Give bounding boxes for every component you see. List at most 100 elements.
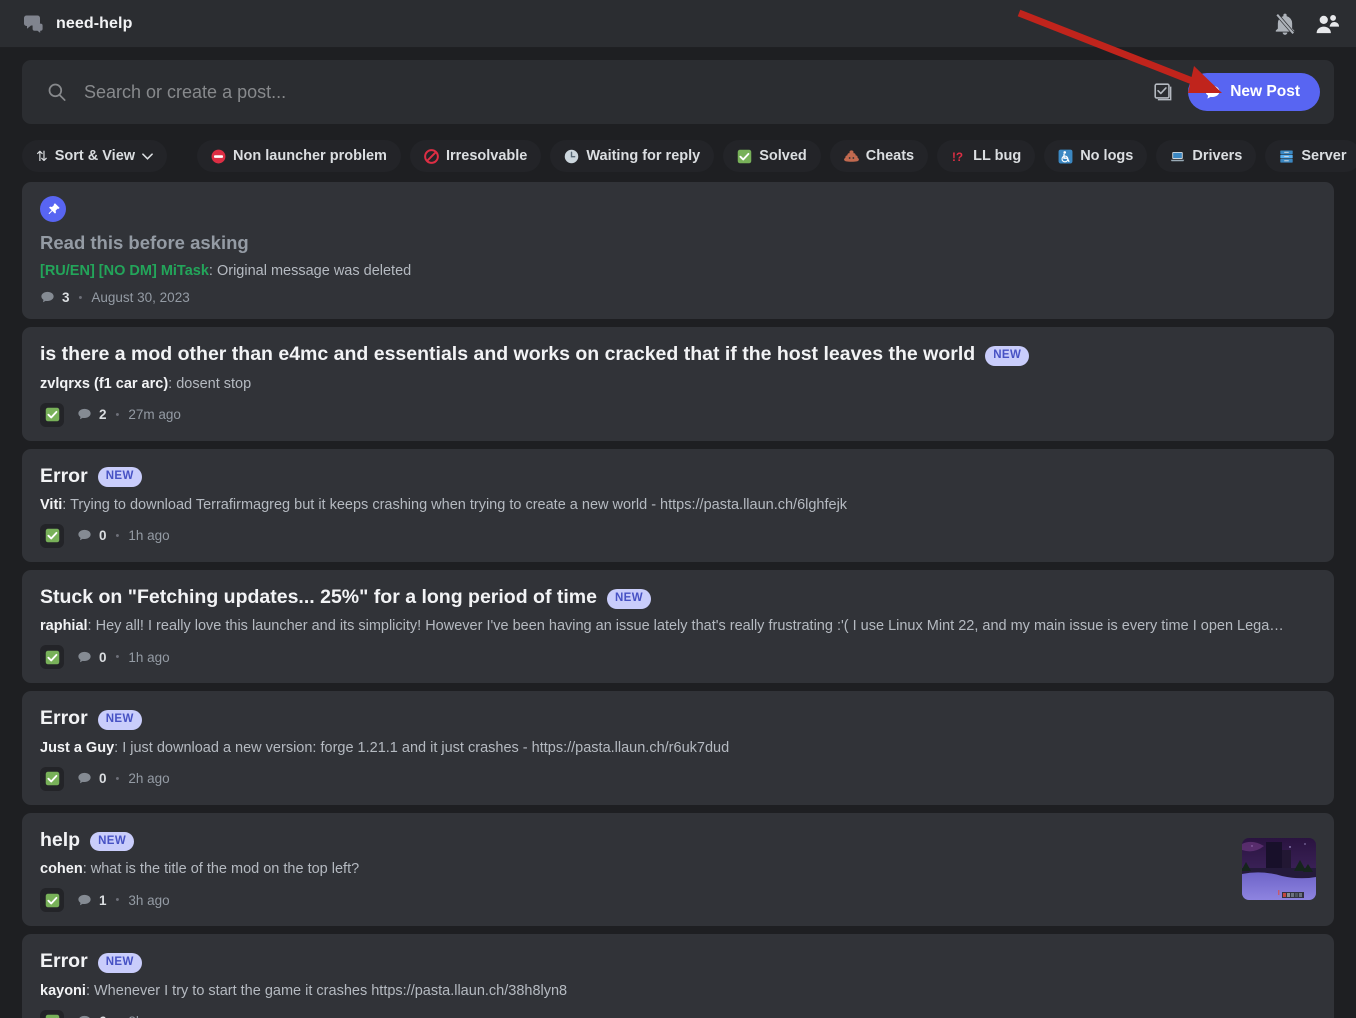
sort-and-view-button[interactable]: ⇅ Sort & View [22, 140, 168, 172]
pin-icon [40, 196, 66, 222]
filter-tag-label: No logs [1080, 148, 1134, 164]
filter-tag-label: Irresolvable [445, 148, 528, 164]
post-title-text: help [40, 828, 81, 851]
filter-tag-non-launcher-problem[interactable]: Non launcher problem [197, 140, 401, 172]
post-card[interactable]: is there a mod other than e4mc and essen… [22, 327, 1334, 441]
svg-text:!?: !? [952, 150, 963, 163]
post-tag-solved [40, 1009, 64, 1018]
post-meta: 3 • August 30, 2023 [40, 290, 1316, 305]
filter-tag-solved[interactable]: Solved [723, 140, 821, 172]
new-post-button[interactable]: New Post [1188, 73, 1320, 111]
filter-tag-label: Waiting for reply [586, 148, 701, 164]
post-tag-solved [40, 523, 64, 548]
no-entry-icon [211, 149, 226, 164]
post-author-colon: : [62, 496, 71, 513]
new-badge: NEW [97, 952, 142, 973]
members-icon[interactable] [1314, 11, 1340, 37]
interrobang-icon: !? [951, 149, 966, 164]
post-author: Viti [40, 496, 63, 513]
post-author: [RU/EN] [NO DM] MiTask [40, 263, 209, 280]
post-meta: 1 • 3h ago [40, 888, 1316, 913]
bell-muted-icon[interactable] [1272, 11, 1298, 37]
post-card[interactable]: Error NEW Just a Guy: I just download a … [22, 691, 1334, 805]
filter-tag-label: LL bug [973, 148, 1022, 164]
search-bar[interactable]: New Post [22, 60, 1334, 124]
check-mark-icon [45, 893, 59, 907]
check-mark-icon [737, 149, 752, 164]
post-author: Just a Guy [40, 739, 115, 756]
post-meta: 0 • 1h ago [40, 645, 1316, 670]
post-author: cohen [40, 861, 83, 878]
comment-count: 0 [99, 649, 107, 665]
post-title-text: Error [40, 950, 88, 973]
post-meta: 6 • 8h ago [40, 1009, 1316, 1018]
post-timestamp: 8h ago [128, 1014, 169, 1018]
search-icon [46, 81, 68, 103]
file-cabinet-icon [1279, 149, 1294, 164]
post-preview: Viti: Trying to download Terrafirmagreg … [40, 497, 1285, 513]
post-preview: Just a Guy: I just download a new versio… [40, 740, 1285, 756]
new-badge: NEW [985, 345, 1030, 366]
post-title-text: Stuck on "Fetching updates... 25%" for a… [40, 585, 597, 608]
post-author-colon: : [85, 982, 94, 999]
post-title: Error NEW [40, 465, 1316, 488]
filter-tag-no-logs[interactable]: No logs [1044, 140, 1148, 172]
check-mark-icon [45, 772, 59, 786]
channel-header: need-help [0, 0, 1356, 48]
filter-tag-server[interactable]: Server [1265, 140, 1356, 172]
channel-name: need-help [56, 14, 133, 32]
filter-tag-irresolvable[interactable]: Irresolvable [409, 140, 542, 172]
post-preview: kayoni: Whenever I try to start the game… [40, 983, 1285, 999]
check-mark-icon [45, 650, 59, 665]
post-card[interactable]: Stuck on "Fetching updates... 25%" for a… [22, 569, 1334, 684]
post-preview: cohen: what is the title of the mod on t… [40, 861, 1285, 877]
new-badge: NEW [97, 467, 142, 488]
comment-count: 0 [99, 771, 107, 787]
new-post-label: New Post [1230, 83, 1300, 100]
post-timestamp: August 30, 2023 [91, 290, 190, 306]
speech-bubble-icon [1205, 85, 1220, 99]
post-author-colon: : [82, 861, 91, 878]
filter-tag-ll-bug[interactable]: !? LL bug [937, 140, 1036, 172]
search-input[interactable] [84, 81, 1153, 103]
comment-bubble-icon [77, 893, 92, 908]
check-mark-icon [45, 407, 59, 422]
post-timestamp: 2h ago [128, 771, 170, 787]
post-preview: zvlqrxs (f1 car arc): dosent stop [40, 376, 1285, 392]
new-badge: NEW [90, 831, 135, 852]
post-thumbnail[interactable] [1242, 838, 1316, 901]
laptop-icon [1170, 149, 1185, 164]
post-card-pinned[interactable]: Read this before asking [RU/EN] [NO DM] … [22, 182, 1334, 320]
checkbox-filter-icon[interactable] [1152, 81, 1174, 103]
post-timestamp: 27m ago [128, 407, 181, 423]
forum-channel-icon [22, 12, 46, 36]
filter-tag-drivers[interactable]: Drivers [1156, 140, 1257, 172]
post-preview-text: Whenever I try to start the game it cras… [94, 982, 568, 999]
post-tag-solved [40, 888, 64, 913]
comment-count: 1 [99, 892, 107, 908]
post-author-colon: : [168, 375, 177, 392]
post-author-colon: : [114, 739, 123, 756]
post-title-text: Read this before asking [40, 232, 249, 253]
post-timestamp: 3h ago [128, 892, 170, 908]
post-card[interactable]: help NEW cohen: what is the title of the… [22, 812, 1334, 927]
meta-separator: • [78, 291, 83, 304]
post-card[interactable]: Error NEW Viti: Trying to download Terra… [22, 448, 1334, 562]
post-meta: 2 • 27m ago [40, 402, 1316, 427]
post-author: kayoni [40, 982, 86, 999]
wheelchair-icon [1058, 149, 1073, 164]
filter-tag-cheats[interactable]: Cheats [829, 140, 929, 172]
sort-and-view-label: Sort & View [54, 148, 136, 164]
post-author: zvlqrxs (f1 car arc) [40, 375, 169, 392]
meta-separator: • [115, 529, 120, 542]
channel-body: New Post ⇅ Sort & View [0, 60, 1356, 1018]
comment-bubble-icon [77, 650, 92, 665]
filter-tag-waiting-for-reply[interactable]: Waiting for reply [550, 140, 715, 172]
post-timestamp: 1h ago [128, 649, 170, 665]
check-mark-icon [45, 529, 59, 543]
post-meta: 0 • 1h ago [40, 523, 1316, 548]
comment-count: 0 [99, 528, 107, 544]
post-card[interactable]: Error NEW kayoni: Whenever I try to star… [22, 934, 1334, 1018]
post-title-text: Error [40, 707, 88, 730]
meta-separator: • [115, 651, 120, 664]
